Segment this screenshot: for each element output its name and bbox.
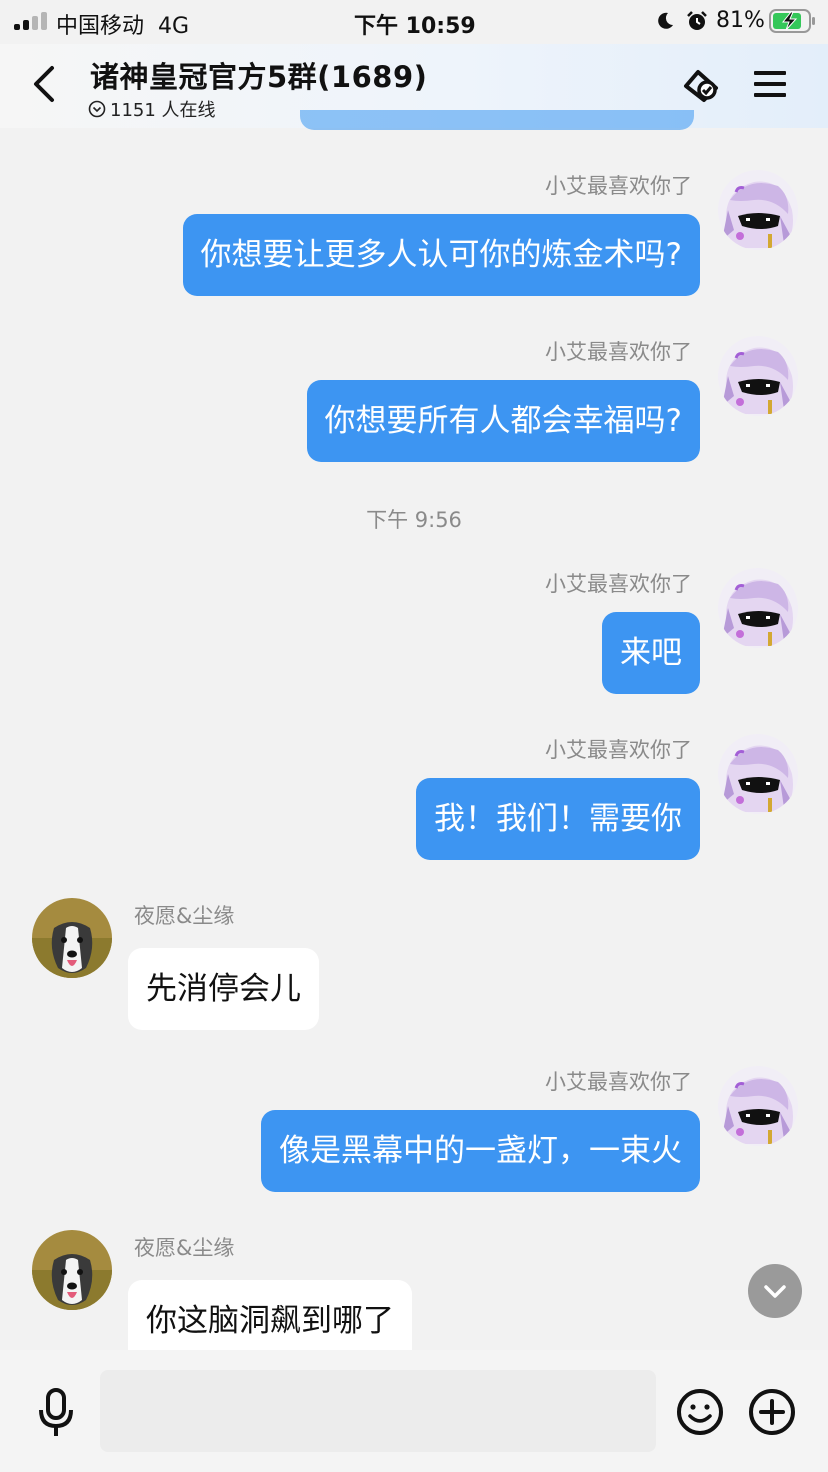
sender-name: 夜愿&尘缘 <box>134 904 235 928</box>
status-time: 下午 10:59 <box>354 14 476 39</box>
sender-name: 夜愿&尘缘 <box>134 1236 235 1260</box>
avatar[interactable] <box>718 568 798 648</box>
sender-name: 小艾最喜欢你了 <box>545 174 692 198</box>
battery-percentage: 81% <box>716 8 765 33</box>
chevron-down-icon <box>764 1285 786 1298</box>
back-button[interactable] <box>26 62 62 106</box>
sender-name: 小艾最喜欢你了 <box>545 738 692 762</box>
avatar[interactable] <box>32 1230 112 1310</box>
battery-charging-icon <box>769 9 815 33</box>
online-count: 1151 人在线 <box>88 96 216 122</box>
plus-icon[interactable] <box>748 1388 796 1436</box>
carrier-name: 中国移动 4G <box>56 14 190 39</box>
moon-icon <box>658 12 673 29</box>
smiley-icon[interactable] <box>676 1388 724 1436</box>
input-bar <box>0 1350 828 1472</box>
menu-icon[interactable] <box>750 66 790 102</box>
message-bubble[interactable]: 你想要所有人都会幸福吗? <box>306 380 700 462</box>
avatar[interactable] <box>32 898 112 978</box>
microphone-icon[interactable] <box>38 1388 74 1438</box>
message-bubble[interactable]: 你想要让更多人认可你的炼金术吗? <box>182 214 700 296</box>
avatar[interactable] <box>718 336 798 416</box>
message-bubble[interactable]: 来吧 <box>602 612 700 694</box>
message-input[interactable] <box>100 1370 656 1452</box>
alarm-icon <box>687 11 707 30</box>
sender-name: 小艾最喜欢你了 <box>545 340 692 364</box>
message-bubble[interactable]: 我！我们！需要你 <box>416 778 700 860</box>
group-title[interactable]: 诸神皇冠官方5群(1689) <box>90 54 427 96</box>
sender-name: 小艾最喜欢你了 <box>545 1070 692 1094</box>
sync-icon[interactable] <box>676 60 726 110</box>
scroll-down-button[interactable] <box>748 1264 802 1318</box>
sender-name: 小艾最喜欢你了 <box>545 572 692 596</box>
message-bubble[interactable]: 先消停会儿 <box>128 948 319 1030</box>
message-bubble[interactable]: 你这脑洞飙到哪了 <box>128 1280 412 1350</box>
message-bubble[interactable]: 像是黑幕中的一盏灯，一束火 <box>261 1110 700 1192</box>
avatar[interactable] <box>718 734 798 814</box>
avatar[interactable] <box>718 170 798 250</box>
online-status-icon <box>88 100 106 118</box>
status-bar: 中国移动 4G 下午 10:59 81% <box>0 0 828 44</box>
signal-strength-icon <box>14 12 48 30</box>
timestamp: 下午 9:56 <box>366 508 462 532</box>
previous-message-bubble <box>300 110 694 130</box>
avatar[interactable] <box>718 1066 798 1146</box>
online-count-label: 1151 人在线 <box>110 100 216 121</box>
